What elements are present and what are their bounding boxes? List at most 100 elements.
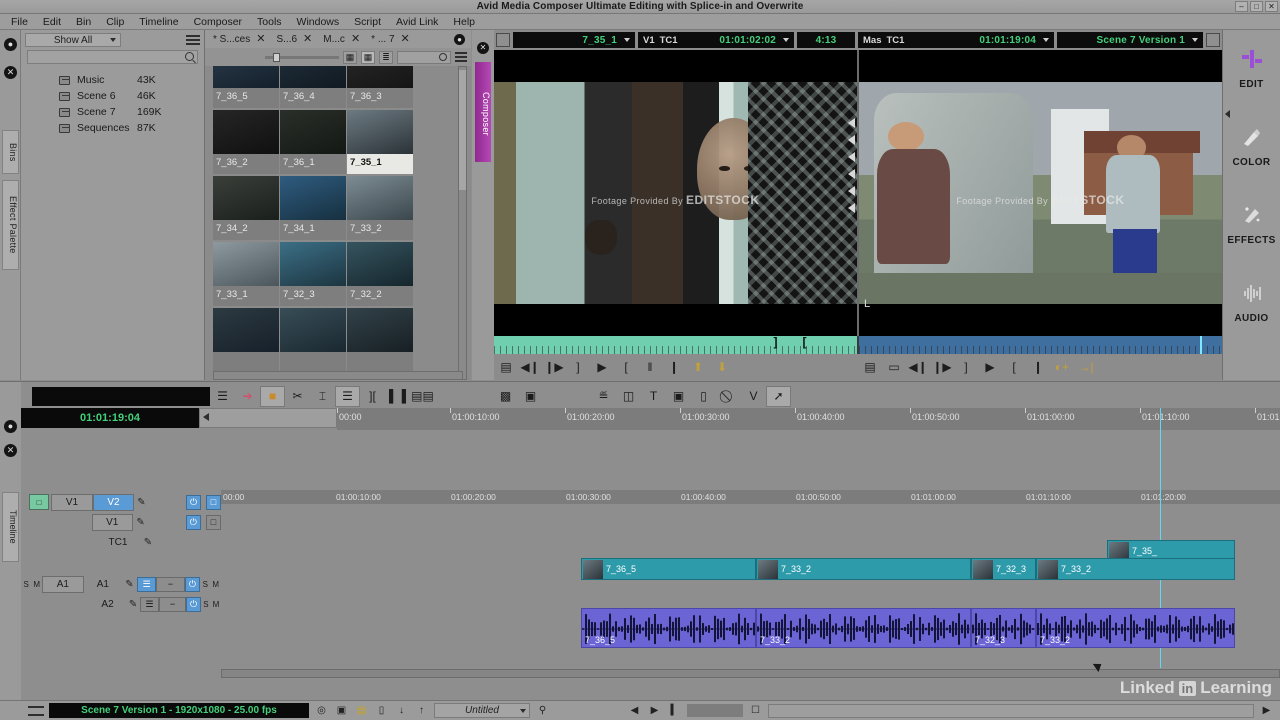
a1-pan-icon[interactable]: − bbox=[156, 576, 185, 592]
menu-item-help[interactable]: Help bbox=[446, 15, 482, 29]
timeline-close-icon[interactable]: ✕ bbox=[4, 444, 17, 457]
bin-menu-icon[interactable] bbox=[455, 52, 467, 62]
bin-row[interactable]: Scene 7 169K bbox=[21, 104, 204, 120]
transport-button[interactable]: ⬇ bbox=[710, 355, 734, 379]
project-menu-icon[interactable] bbox=[186, 35, 200, 45]
script-view-button[interactable]: ≣ bbox=[379, 50, 393, 64]
source-position-bar[interactable]: ] [ bbox=[494, 335, 859, 354]
timeline-clip[interactable]: 7_36_5 bbox=[581, 558, 756, 580]
source-monitor-icon[interactable]: □ bbox=[29, 494, 49, 510]
drive-icon[interactable]: ▤ bbox=[354, 704, 369, 718]
source-clip-field[interactable]: 7_35_1 bbox=[513, 32, 635, 48]
source-track-a1[interactable]: A1 bbox=[41, 575, 84, 593]
source-settings-icon[interactable] bbox=[496, 33, 510, 47]
record-track-tc1[interactable]: TC1 bbox=[96, 534, 140, 551]
transport-button[interactable]: ◐+ bbox=[1050, 355, 1074, 379]
close-icon[interactable]: ✕ bbox=[256, 34, 265, 45]
maximize-button[interactable]: □ bbox=[1250, 1, 1263, 12]
source-track-label[interactable]: V1 bbox=[51, 493, 93, 511]
thumbnail-size-slider[interactable] bbox=[265, 52, 339, 62]
v1-monitor-icon[interactable]: □ bbox=[205, 514, 222, 530]
timeline-audio-clip[interactable]: 7_32_3 bbox=[971, 608, 1036, 648]
pencil-icon[interactable]: ✎ bbox=[122, 579, 137, 590]
match-frame-button[interactable]: ▩ bbox=[493, 386, 518, 407]
menu-item-script[interactable]: Script bbox=[347, 15, 388, 29]
mark-clip-button[interactable]: ■ bbox=[260, 385, 285, 407]
monitor-icon[interactable]: ▣ bbox=[334, 704, 349, 718]
bin-tab[interactable]: * ... 7 ✕ bbox=[369, 30, 419, 48]
project-search-input[interactable] bbox=[27, 50, 198, 64]
timeline-pin-icon[interactable]: ● bbox=[4, 420, 17, 433]
record-position-bar[interactable] bbox=[859, 336, 1222, 354]
down-arrow-icon[interactable]: ↓ bbox=[394, 704, 409, 718]
cut-button[interactable]: ✂ bbox=[285, 386, 310, 407]
timeline-clip[interactable]: 7_33_2 bbox=[756, 558, 971, 580]
menu-item-edit[interactable]: Edit bbox=[36, 15, 68, 29]
bin-tab[interactable]: S...6 ✕ bbox=[274, 30, 321, 48]
no-entry-button[interactable]: ⃠ bbox=[716, 386, 741, 407]
v1-enable-icon[interactable]: ⏻ bbox=[185, 514, 201, 530]
rail-tab-effect-palette[interactable]: Effect Palette bbox=[2, 180, 19, 270]
collapse-arrow-icon[interactable] bbox=[1225, 110, 1230, 118]
transport-button[interactable]: ‖ bbox=[638, 355, 662, 379]
composer-tab[interactable]: Composer bbox=[475, 62, 491, 162]
timeline-tab[interactable]: Timeline bbox=[2, 492, 19, 562]
bin-clip-cell[interactable]: 7_36_1 bbox=[280, 110, 346, 174]
status-menu-icon[interactable] bbox=[28, 705, 44, 716]
transport-button[interactable]: ▤ bbox=[494, 355, 518, 379]
menu-item-clip[interactable]: Clip bbox=[99, 15, 131, 29]
pencil-icon[interactable]: ✎ bbox=[134, 497, 149, 508]
record-track-v2[interactable]: V2 bbox=[93, 493, 134, 511]
transport-button[interactable]: [ bbox=[614, 355, 638, 379]
rail-tab-bins[interactable]: Bins bbox=[2, 130, 19, 174]
menu-item-tools[interactable]: Tools bbox=[250, 15, 289, 29]
status-stop-icon[interactable]: ▍ bbox=[667, 704, 682, 718]
bin-clip-cell[interactable] bbox=[280, 308, 346, 372]
bin-clip-cell[interactable] bbox=[213, 308, 279, 372]
source-timecode-field[interactable]: V1 TC1 01:01:02:02 bbox=[638, 32, 794, 48]
menu-item-timeline[interactable]: Timeline bbox=[132, 15, 185, 29]
bin-clip-cell[interactable]: 7_32_3 bbox=[280, 242, 346, 306]
record-track-a2[interactable]: A2 bbox=[89, 596, 125, 613]
bin-vertical-scrollbar[interactable] bbox=[458, 66, 467, 380]
sequence-name-field[interactable]: Scene 7 Version 1 bbox=[1057, 32, 1203, 48]
trim-button[interactable]: ][ bbox=[360, 386, 385, 407]
source-monitor[interactable]: Footage Provided By EDITSTOCK bbox=[494, 50, 859, 336]
record-icon[interactable]: ◎ bbox=[314, 704, 329, 718]
record-a2-solo[interactable]: S bbox=[201, 600, 211, 609]
a1-waveform-icon[interactable]: ☰ bbox=[137, 576, 157, 592]
source-track-v1[interactable]: □ V1 bbox=[21, 492, 93, 512]
record-a1-solo[interactable]: S bbox=[200, 580, 210, 589]
timeline-canvas[interactable]: 00:00 01:00:10:00 01:00:20:00 01:00:30:00 01… bbox=[221, 430, 1280, 682]
v2-monitor-icon[interactable]: □ bbox=[206, 494, 221, 510]
bin-clip-cell[interactable]: 7_36_5 bbox=[213, 66, 279, 108]
bin-filter-dropdown[interactable]: Show All bbox=[25, 33, 121, 47]
transport-button[interactable]: ▭ bbox=[882, 355, 906, 379]
menu-item-composer[interactable]: Composer bbox=[187, 15, 249, 29]
pencil-icon[interactable]: ✎ bbox=[126, 599, 141, 610]
render-button[interactable]: ▣ bbox=[518, 386, 543, 407]
overwrite-button[interactable]: ☰ bbox=[335, 385, 360, 407]
bin-tab[interactable]: * S...ces ✕ bbox=[211, 30, 274, 48]
bin-search-input[interactable] bbox=[397, 50, 451, 64]
bin-selector[interactable]: Untitled bbox=[434, 703, 530, 718]
timeline-ruler-top[interactable]: 00:00 01:00:10:00 01:00:20:00 01:00:30:00 01… bbox=[337, 408, 1280, 430]
bin-clip-cell[interactable]: 7_35_1 bbox=[347, 110, 413, 174]
bin-clip-cell[interactable]: 7_33_2 bbox=[347, 176, 413, 240]
transport-button[interactable]: ⬆ bbox=[686, 355, 710, 379]
menu-item-bin[interactable]: Bin bbox=[69, 15, 98, 29]
transport-button[interactable]: ] bbox=[954, 355, 978, 379]
a2-enable-icon[interactable]: ⏻ bbox=[186, 596, 201, 612]
status-expand-icon[interactable]: ▶ bbox=[1259, 704, 1274, 718]
timeline-audio-clip[interactable]: 7_33_2 bbox=[756, 608, 971, 648]
color-correction-button[interactable]: ▣ bbox=[666, 386, 691, 407]
record-track-a1[interactable]: A1 bbox=[84, 576, 122, 593]
pencil-icon[interactable]: ✎ bbox=[140, 537, 156, 548]
bin-clip-cell[interactable]: 7_34_1 bbox=[280, 176, 346, 240]
status-next-icon[interactable]: ▶ bbox=[647, 704, 662, 718]
fade-button[interactable]: ▯ bbox=[691, 386, 716, 407]
extract-button[interactable]: ▤▤ bbox=[410, 386, 435, 407]
record-settings-icon[interactable] bbox=[1206, 33, 1220, 47]
a1-enable-icon[interactable]: ⏻ bbox=[184, 576, 201, 592]
bin-row[interactable]: Scene 6 46K bbox=[21, 88, 204, 104]
